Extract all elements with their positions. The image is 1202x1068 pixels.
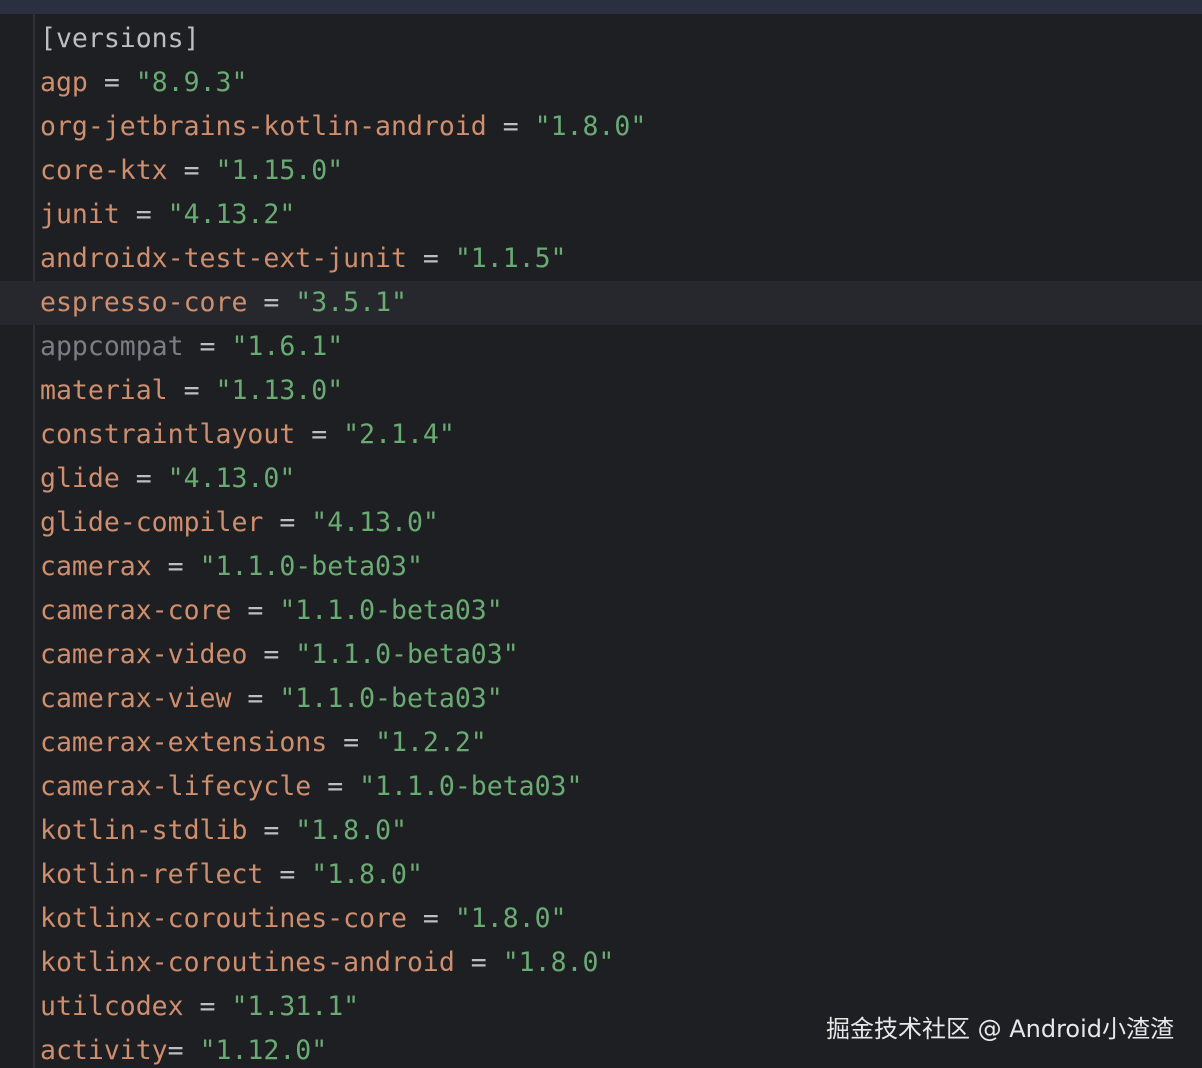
version-key: material: [40, 375, 168, 406]
assign-operator: =: [231, 595, 280, 626]
version-key: camerax-video: [40, 639, 248, 670]
code-line[interactable]: material = "1.13.0": [0, 369, 1202, 413]
version-value: "1.1.0-beta03": [199, 551, 423, 582]
assign-operator: =: [167, 155, 216, 186]
version-key: camerax-view: [40, 683, 232, 714]
version-key: appcompat: [40, 331, 184, 362]
assign-operator: =: [454, 947, 503, 978]
version-key: androidx-test-ext-junit: [40, 243, 407, 274]
version-value: "1.1.0-beta03": [279, 595, 503, 626]
version-key: espresso-core: [40, 287, 248, 318]
version-value: "1.12.0": [199, 1035, 328, 1066]
assign-operator: =: [151, 551, 200, 582]
code-line[interactable]: camerax-view = "1.1.0-beta03": [0, 677, 1202, 721]
version-value: "8.9.3": [135, 67, 248, 98]
version-value: "1.8.0": [502, 947, 615, 978]
version-key: kotlin-reflect: [40, 859, 264, 890]
code-line[interactable]: kotlin-reflect = "1.8.0": [0, 853, 1202, 897]
watermark-text: 掘金技术社区 @ Android小渣渣: [825, 1015, 1174, 1043]
version-value: "1.1.5": [454, 243, 567, 274]
version-value: "3.5.1": [295, 287, 407, 318]
code-line[interactable]: constraintlayout = "2.1.4": [0, 413, 1202, 457]
version-key: kotlinx-coroutines-core: [40, 903, 407, 934]
version-value: "1.8.0": [454, 903, 567, 934]
assign-operator: =: [295, 419, 344, 450]
version-value: "4.13.2": [167, 199, 296, 230]
version-value: "1.8.0": [534, 111, 647, 142]
code-line[interactable]: camerax-extensions = "1.2.2": [0, 721, 1202, 765]
assign-operator: =: [183, 331, 232, 362]
editor-top-bar: [0, 0, 1202, 14]
code-line[interactable]: camerax-core = "1.1.0-beta03": [0, 589, 1202, 633]
version-value: "1.1.0-beta03": [359, 771, 583, 802]
assign-operator: =: [231, 683, 280, 714]
version-key: glide-compiler: [40, 507, 264, 538]
assign-operator: =: [167, 375, 216, 406]
version-value: "1.31.1": [231, 991, 360, 1022]
version-key: org-jetbrains-kotlin-android: [40, 111, 487, 142]
version-key: glide: [40, 463, 120, 494]
version-key: camerax-lifecycle: [40, 771, 312, 802]
code-line[interactable]: junit = "4.13.2": [0, 193, 1202, 237]
version-key: core-ktx: [40, 155, 168, 186]
assign-operator: =: [263, 507, 312, 538]
version-value: "1.8.0": [295, 815, 407, 846]
code-line[interactable]: androidx-test-ext-junit = "1.1.5": [0, 237, 1202, 281]
code-line[interactable]: kotlinx-coroutines-android = "1.8.0": [0, 941, 1202, 985]
version-key: camerax-core: [40, 595, 232, 626]
assign-operator: =: [119, 463, 168, 494]
code-line[interactable]: kotlinx-coroutines-core = "1.8.0": [0, 897, 1202, 941]
version-value: "1.13.0": [215, 375, 344, 406]
assign-operator: =: [167, 1035, 200, 1066]
code-editor[interactable]: [versions] agp = "8.9.3" org-jetbrains-kot…: [0, 0, 1202, 1068]
version-key: activity: [40, 1035, 168, 1066]
code-line[interactable]: camerax-lifecycle = "1.1.0-beta03": [0, 765, 1202, 809]
version-value: "4.13.0": [311, 507, 439, 538]
version-value: "1.1.0-beta03": [295, 639, 519, 670]
assign-operator: =: [486, 111, 535, 142]
assign-operator: =: [183, 991, 232, 1022]
version-value: "1.1.0-beta03": [279, 683, 503, 714]
version-value: "1.15.0": [215, 155, 344, 186]
version-value: "1.6.1": [231, 331, 344, 362]
assign-operator: =: [327, 727, 376, 758]
version-value: "4.13.0": [167, 463, 296, 494]
version-key: camerax-extensions: [40, 727, 328, 758]
code-line[interactable]: glide = "4.13.0": [0, 457, 1202, 501]
code-line[interactable]: camerax = "1.1.0-beta03": [0, 545, 1202, 589]
version-key: utilcodex: [40, 991, 184, 1022]
version-key: constraintlayout: [40, 419, 296, 450]
version-value: "1.8.0": [311, 859, 423, 890]
assign-operator: =: [406, 903, 455, 934]
version-key: camerax: [40, 551, 152, 582]
code-line[interactable]: glide-compiler = "4.13.0": [0, 501, 1202, 545]
code-area[interactable]: [versions] agp = "8.9.3" org-jetbrains-kot…: [0, 17, 1202, 1068]
assign-operator: =: [119, 199, 168, 230]
assign-operator: =: [406, 243, 455, 274]
code-line[interactable]: org-jetbrains-kotlin-android = "1.8.0": [0, 105, 1202, 149]
version-value: "1.2.2": [375, 727, 487, 758]
assign-operator: =: [263, 859, 312, 890]
code-line[interactable]: kotlin-stdlib = "1.8.0": [0, 809, 1202, 853]
version-value: "2.1.4": [343, 419, 455, 450]
code-line[interactable]: agp = "8.9.3": [0, 61, 1202, 105]
assign-operator: =: [247, 815, 296, 846]
section-header-line[interactable]: [versions]: [0, 17, 1202, 61]
version-key: kotlinx-coroutines-android: [40, 947, 455, 978]
assign-operator: =: [311, 771, 360, 802]
code-line[interactable]: camerax-video = "1.1.0-beta03": [0, 633, 1202, 677]
version-key: agp: [40, 67, 88, 98]
code-line[interactable]: espresso-core = "3.5.1": [0, 281, 1202, 325]
code-line[interactable]: appcompat = "1.6.1": [0, 325, 1202, 369]
section-header: [versions]: [40, 23, 200, 54]
assign-operator: =: [87, 67, 136, 98]
assign-operator: =: [247, 639, 296, 670]
assign-operator: =: [247, 287, 296, 318]
version-key: kotlin-stdlib: [40, 815, 248, 846]
code-line[interactable]: core-ktx = "1.15.0": [0, 149, 1202, 193]
version-key: junit: [40, 199, 120, 230]
